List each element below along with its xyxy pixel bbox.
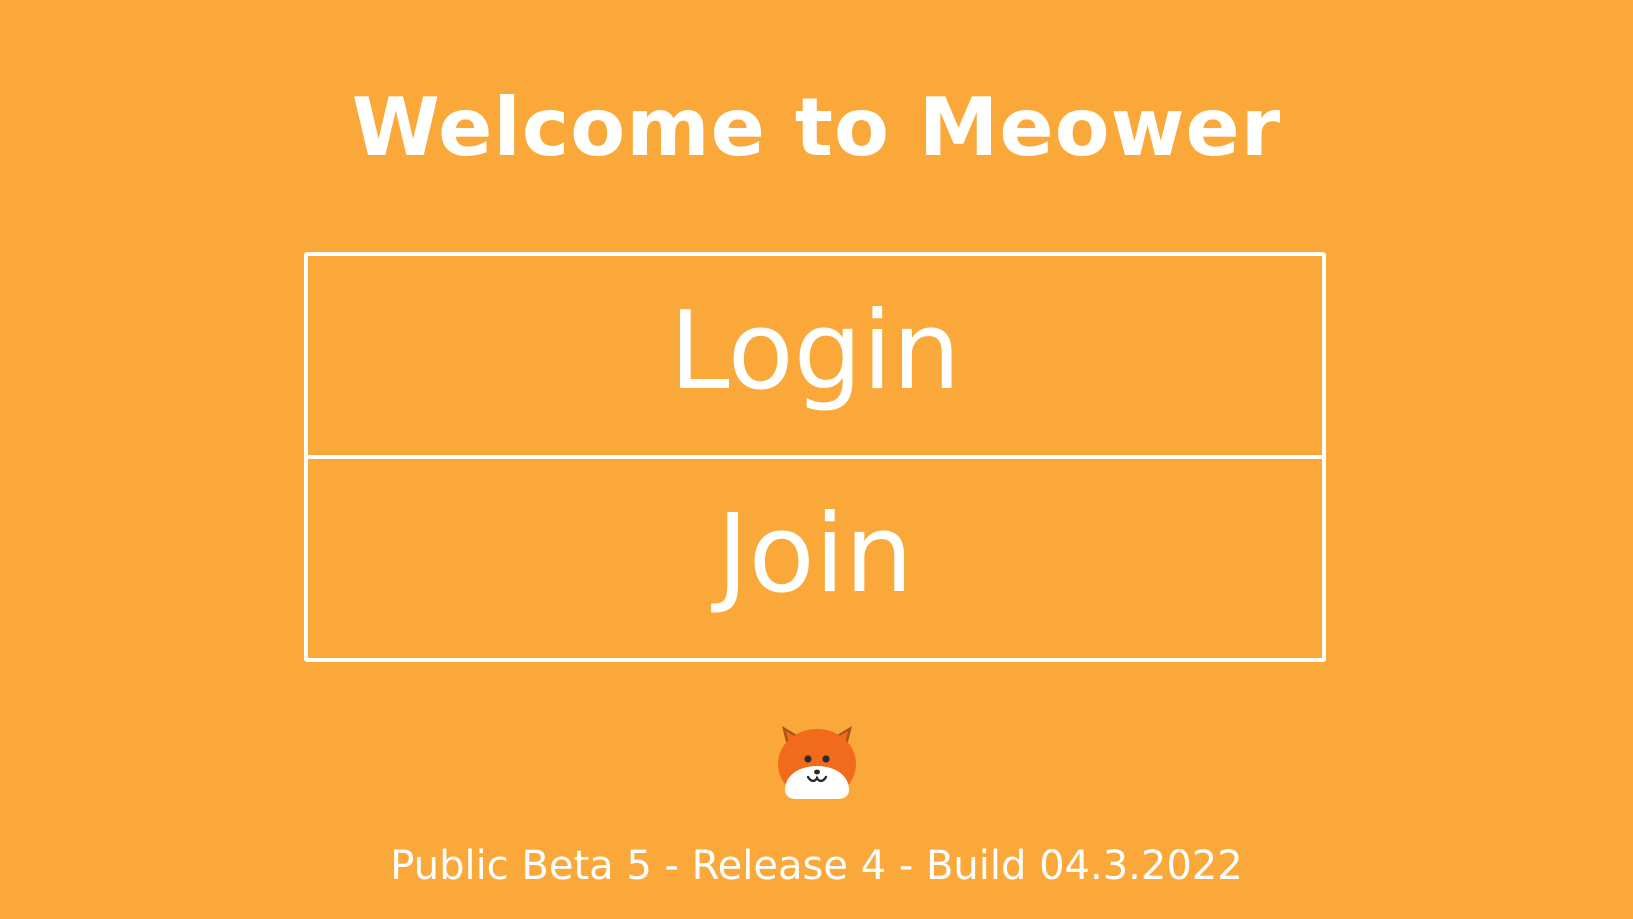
- version-text: Public Beta 5 - Release 4 - Build 04.3.2…: [390, 843, 1243, 889]
- join-button[interactable]: Join: [308, 459, 1322, 658]
- page-title: Welcome to Meower: [351, 81, 1282, 174]
- login-button-label: Login: [669, 288, 961, 414]
- join-button-label: Join: [716, 491, 914, 617]
- cat-face-icon: [774, 720, 860, 802]
- login-button[interactable]: Login: [308, 256, 1322, 455]
- auth-menu: Login Join: [304, 252, 1326, 662]
